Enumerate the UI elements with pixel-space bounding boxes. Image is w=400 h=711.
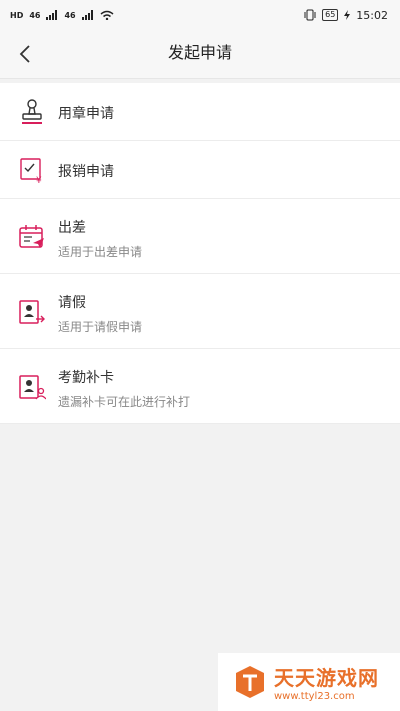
wifi-icon <box>100 10 114 20</box>
calendar-plane-icon <box>19 225 44 248</box>
list-item-seal[interactable]: 用章申请 <box>0 83 400 141</box>
status-right: 65 15:02 <box>304 9 388 22</box>
svg-text:¥: ¥ <box>36 176 42 184</box>
clock: 15:02 <box>356 8 388 22</box>
network-type-2: 46 <box>64 10 76 20</box>
item-title: 考勤补卡 <box>58 370 114 386</box>
vibrate-icon <box>304 9 316 21</box>
item-title: 报销申请 <box>58 164 114 180</box>
list-item-leave[interactable]: 请假 适用于请假申请 <box>0 274 400 349</box>
watermark-url: www.ttyl23.com <box>274 691 355 702</box>
watermark-name: 天天游戏网 <box>274 666 379 690</box>
attendance-card-icon <box>19 375 46 400</box>
status-bar: HD 46 46 65 15:02 <box>0 0 400 30</box>
page-title: 发起申请 <box>167 43 232 62</box>
watermark-logo-icon <box>236 666 264 698</box>
nav-bar: 发起申请 <box>0 30 400 79</box>
watermark-logo: 天天游戏网 www.ttyl23.com <box>218 653 400 711</box>
status-left: HD 46 46 <box>10 10 114 20</box>
reimbursement-icon: ¥ <box>20 158 42 184</box>
item-title: 请假 <box>58 295 86 311</box>
charging-icon <box>344 10 351 20</box>
list-item-reimbursement[interactable]: ¥ 报销申请 <box>0 141 400 199</box>
battery-level: 65 <box>322 9 339 21</box>
item-title: 用章申请 <box>58 106 114 122</box>
item-subtitle: 遗漏补卡可在此进行补打 <box>58 395 191 409</box>
item-subtitle: 适用于请假申请 <box>58 320 143 334</box>
stamp-icon <box>22 99 42 124</box>
hd-indicator: HD <box>10 10 24 20</box>
leave-icon <box>19 300 45 324</box>
list-item-attendance[interactable]: 考勤补卡 遗漏补卡可在此进行补打 <box>0 349 400 424</box>
network-type-1: 46 <box>29 10 41 20</box>
item-subtitle: 适用于出差申请 <box>58 245 143 259</box>
signal-icon <box>81 10 93 20</box>
list-item-business-trip[interactable]: 出差 适用于出差申请 <box>0 199 400 274</box>
application-list: 用章申请 ¥ 报销申请 出差 适用于出差申请 请假 适用于请假申请 考勤补卡 遗… <box>0 83 400 424</box>
item-title: 出差 <box>58 220 86 236</box>
signal-icon <box>46 10 58 20</box>
